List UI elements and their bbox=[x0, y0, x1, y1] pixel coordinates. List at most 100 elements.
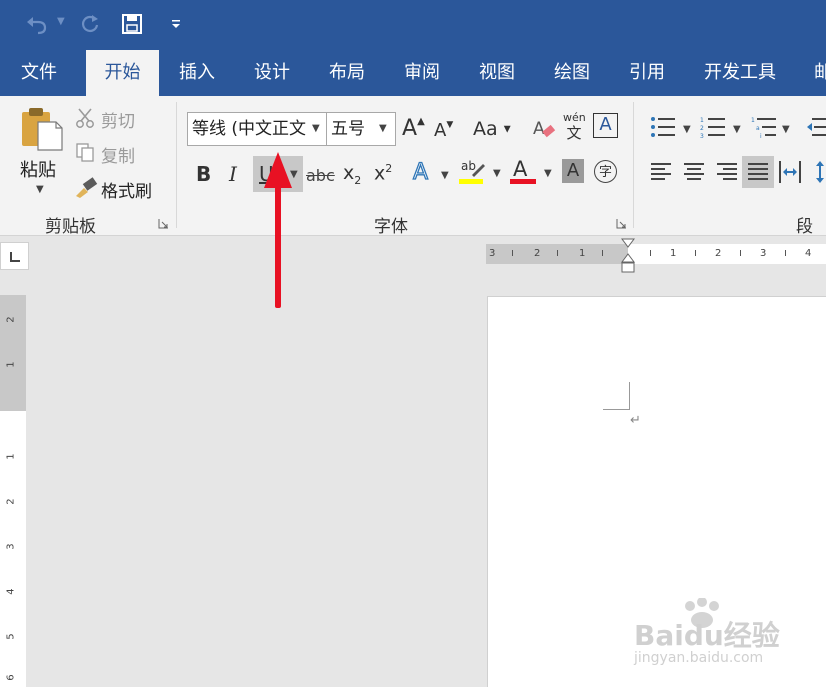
bold-button[interactable]: B bbox=[196, 162, 211, 186]
grow-font-letter: A bbox=[402, 116, 418, 141]
tab-home[interactable]: 开始 bbox=[86, 50, 159, 96]
ruler-v-label: 1 bbox=[5, 361, 17, 368]
font-size-combobox[interactable]: 五号 ▼ bbox=[326, 112, 396, 146]
font-name-combobox[interactable]: 等线 (中文正文 ▼ bbox=[187, 112, 327, 146]
ruler-tick bbox=[650, 250, 651, 256]
paste-dropdown-icon[interactable]: ▼ bbox=[36, 184, 44, 195]
superscript-letter: x bbox=[374, 162, 386, 185]
enclose-char: 字 bbox=[598, 165, 612, 180]
character-shading-button[interactable]: A bbox=[562, 159, 584, 183]
cut-button[interactable]: 剪切 bbox=[101, 107, 135, 132]
shrink-font-icon: ▼ bbox=[446, 120, 454, 130]
grow-font-button[interactable]: A▲ bbox=[402, 116, 425, 141]
numbering-icon[interactable]: 1 2 3 bbox=[700, 116, 726, 138]
highlight-button[interactable]: ab ▼ bbox=[459, 159, 503, 189]
shrink-font-letter: A bbox=[434, 120, 447, 141]
subscript-letter: x bbox=[343, 162, 355, 184]
tab-review[interactable]: 审阅 bbox=[391, 50, 453, 96]
ruler-v-label: 5 bbox=[5, 633, 17, 640]
tab-references[interactable]: 引用 bbox=[616, 50, 678, 96]
italic-button[interactable]: I bbox=[229, 162, 237, 186]
bullets-icon[interactable] bbox=[650, 116, 676, 138]
vertical-ruler-margin bbox=[0, 295, 26, 411]
ruler-tick bbox=[557, 250, 558, 256]
font-launcher-icon[interactable] bbox=[616, 218, 627, 229]
line-spacing-icon[interactable] bbox=[815, 160, 826, 184]
grow-font-icon: ▲ bbox=[417, 116, 425, 127]
justify-button[interactable] bbox=[742, 156, 774, 188]
ribbon-home: 粘贴 ▼ 剪切 复制 格式刷 剪贴板 等线 (中文正文 ▼ 五号 ▼ A▲ A▼… bbox=[0, 96, 826, 262]
subscript-button[interactable]: x2 bbox=[343, 162, 361, 187]
paste-icon[interactable] bbox=[18, 106, 64, 152]
redo-icon[interactable] bbox=[78, 12, 102, 36]
change-case-label: Aa bbox=[473, 118, 498, 140]
margin-corner-vertical bbox=[629, 382, 630, 410]
distributed-icon[interactable] bbox=[778, 160, 802, 184]
paragraph-mark: ↵ bbox=[630, 413, 641, 428]
shrink-font-button[interactable]: A▼ bbox=[434, 120, 453, 141]
watermark-url: jingyan.baidu.com bbox=[634, 650, 764, 666]
font-color-button[interactable]: A ▼ bbox=[510, 157, 554, 189]
undo-dropdown-icon[interactable]: ▼ bbox=[57, 16, 65, 27]
font-color-dropdown-icon[interactable]: ▼ bbox=[544, 168, 552, 179]
svg-text:A: A bbox=[533, 119, 545, 139]
clipboard-group-label: 剪贴板 bbox=[45, 217, 96, 237]
tab-file[interactable]: 文件 bbox=[8, 50, 70, 96]
tab-layout[interactable]: 布局 bbox=[316, 50, 378, 96]
tab-selector[interactable] bbox=[0, 242, 29, 270]
indent-marker-icon[interactable] bbox=[621, 238, 635, 274]
separator bbox=[176, 102, 177, 228]
clear-formatting-icon[interactable]: A bbox=[532, 116, 556, 142]
tab-view[interactable]: 视图 bbox=[466, 50, 528, 96]
change-case-dropdown-icon: ▼ bbox=[503, 124, 511, 135]
font-name-dropdown-icon[interactable]: ▼ bbox=[312, 113, 320, 145]
text-effects-dropdown-icon[interactable]: ▼ bbox=[441, 170, 449, 181]
svg-text:a: a bbox=[756, 125, 760, 132]
ruler-tick bbox=[785, 250, 786, 256]
ruler-h-label: 1 bbox=[670, 248, 677, 259]
justify-icon bbox=[748, 163, 768, 180]
paste-button[interactable]: 粘贴 bbox=[20, 156, 56, 182]
ruler-v-label: 1 bbox=[5, 453, 17, 460]
subscript-mark: 2 bbox=[354, 173, 362, 187]
copy-button[interactable]: 复制 bbox=[101, 142, 135, 167]
font-group-label: 字体 bbox=[374, 217, 408, 237]
undo-icon[interactable] bbox=[24, 12, 50, 36]
ruler-tick bbox=[695, 250, 696, 256]
decrease-indent-icon[interactable] bbox=[806, 116, 826, 138]
text-effects-button[interactable]: A ▼ bbox=[412, 159, 448, 185]
strikethrough-button[interactable]: abc bbox=[306, 166, 335, 185]
tab-mailings[interactable]: 邮 bbox=[808, 50, 826, 96]
svg-text:1: 1 bbox=[751, 117, 755, 124]
highlighter-pen-icon bbox=[472, 164, 485, 177]
customize-qat-icon[interactable] bbox=[170, 18, 182, 30]
enclose-characters-button[interactable]: 字 bbox=[594, 160, 617, 183]
tab-developer[interactable]: 开发工具 bbox=[698, 50, 782, 96]
align-right-icon[interactable] bbox=[716, 162, 738, 182]
clipboard-launcher-icon[interactable] bbox=[158, 218, 169, 229]
phonetic-guide-button[interactable]: wén 文 bbox=[563, 112, 586, 143]
svg-text:3: 3 bbox=[700, 133, 704, 138]
ruler-h-label: 3 bbox=[760, 248, 767, 259]
bullets-dropdown-icon[interactable]: ▼ bbox=[683, 124, 691, 135]
multilevel-list-dropdown-icon[interactable]: ▼ bbox=[782, 124, 790, 135]
format-painter-button[interactable]: 格式刷 bbox=[101, 177, 152, 202]
tab-design[interactable]: 设计 bbox=[241, 50, 303, 96]
ruler-h-label: 4 bbox=[805, 248, 812, 259]
change-case-button[interactable]: Aa ▼ bbox=[473, 118, 511, 140]
ruler-h-label: 2 bbox=[715, 248, 722, 259]
font-size-dropdown-icon[interactable]: ▼ bbox=[379, 113, 387, 145]
margin-corner-horizontal bbox=[603, 409, 630, 410]
align-left-icon[interactable] bbox=[650, 162, 672, 182]
ruler-h-label: 3 bbox=[489, 248, 496, 259]
tab-draw[interactable]: 绘图 bbox=[541, 50, 603, 96]
save-icon[interactable] bbox=[121, 13, 143, 35]
highlight-dropdown-icon[interactable]: ▼ bbox=[493, 168, 501, 179]
tab-insert[interactable]: 插入 bbox=[166, 50, 228, 96]
align-center-icon[interactable] bbox=[683, 162, 705, 182]
multilevel-list-icon[interactable]: 1 a i bbox=[751, 116, 777, 138]
character-border-button[interactable]: A bbox=[593, 113, 618, 138]
superscript-mark: 2 bbox=[385, 162, 393, 175]
superscript-button[interactable]: x2 bbox=[374, 162, 392, 184]
numbering-dropdown-icon[interactable]: ▼ bbox=[733, 124, 741, 135]
